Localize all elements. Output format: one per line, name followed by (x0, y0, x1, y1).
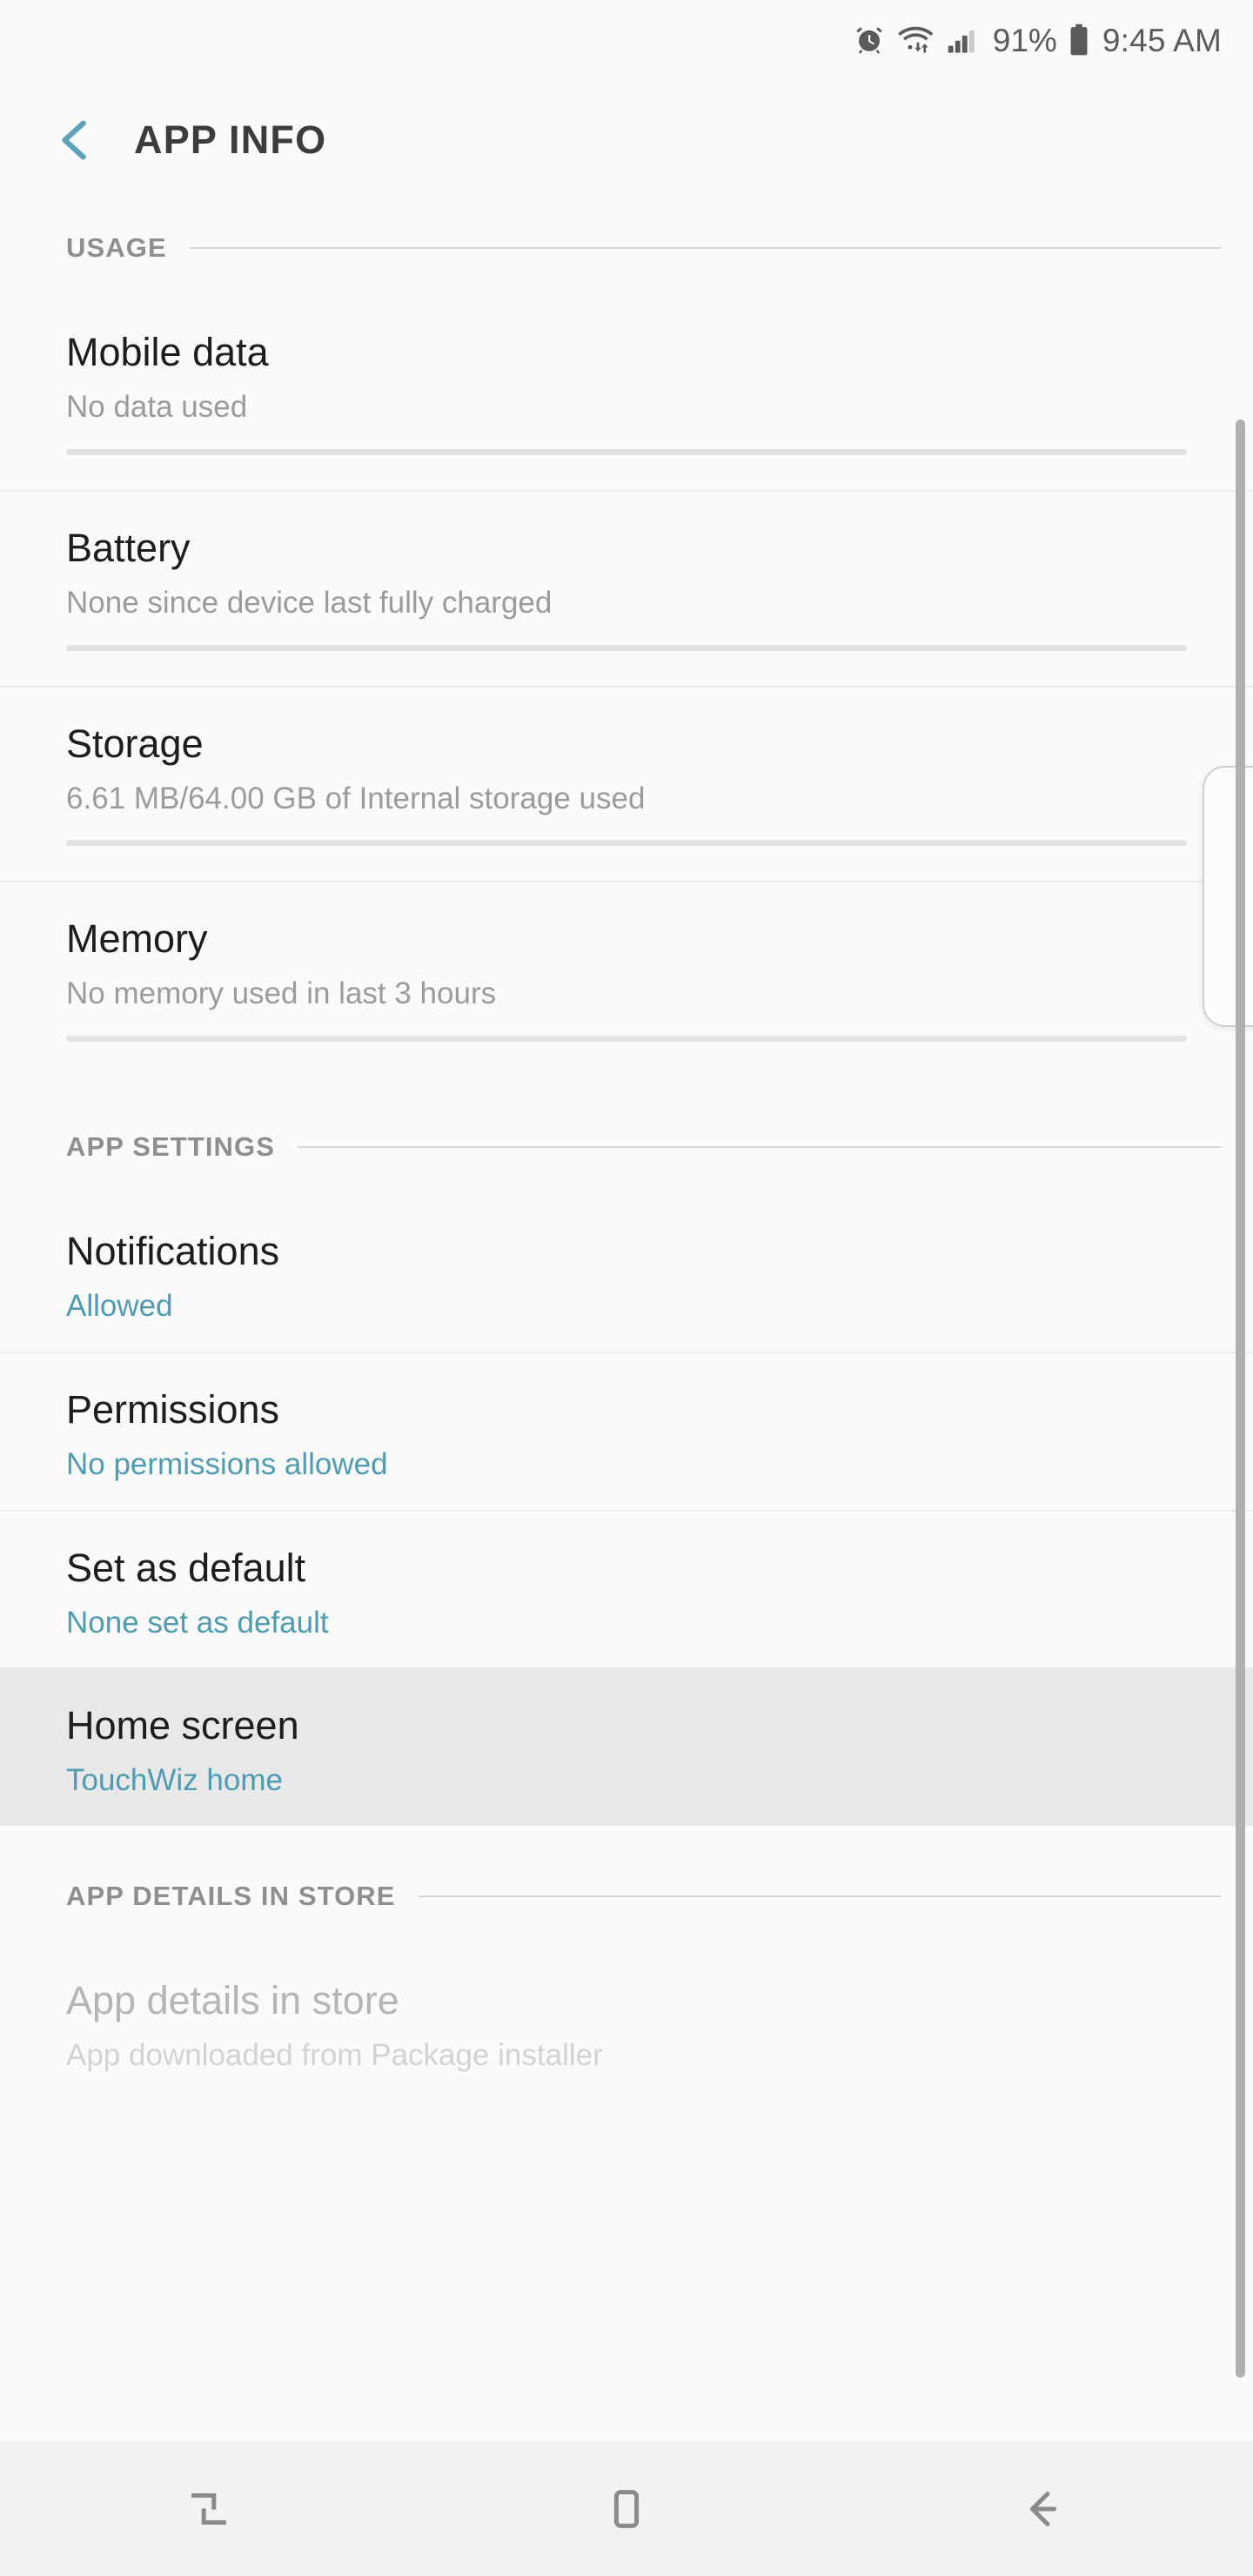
list-item-title: Set as default (66, 1545, 306, 1590)
home-icon (613, 2489, 640, 2528)
section-rule (298, 1146, 1222, 1148)
section-header: APP DETAILS IN STORE (0, 1848, 1253, 1944)
list-item[interactable]: Home screen TouchWiz home (0, 1669, 1253, 1826)
section-header: APP SETTINGS (0, 1099, 1253, 1195)
status-bar: 91% 9:45 AM (0, 0, 1253, 80)
alarm-icon (854, 24, 885, 56)
list-item[interactable]: Permissions No permissions allowed (0, 1353, 1253, 1510)
list-item-subtitle: No data used (66, 390, 248, 424)
list-item-title: App details in store (66, 1978, 399, 2023)
app-bar: APP INFO (0, 80, 1253, 200)
nav-home-button[interactable] (539, 2441, 714, 2576)
usage-indicator-bar (66, 840, 1187, 847)
list-item-subtitle: No memory used in last 3 hours (66, 976, 497, 1011)
list-item: App details in store App downloaded from … (0, 1944, 1253, 2101)
list-item[interactable]: Storage 6.61 MB/64.00 GB of Internal stor… (0, 688, 1253, 882)
list-item-title: Mobile data (66, 330, 269, 374)
list-item-title: Notifications (66, 1229, 280, 1273)
navigation-bar (0, 2441, 1253, 2576)
chevron-left-icon (62, 120, 86, 160)
recents-icon (191, 2492, 226, 2525)
back-icon (1029, 2491, 1057, 2526)
list-item-subtitle: None since device last fully charged (66, 585, 553, 620)
list-item[interactable]: Memory No memory used in last 3 hours (0, 882, 1253, 1077)
nav-recents-button[interactable] (122, 2441, 296, 2576)
nav-back-button[interactable] (957, 2441, 1131, 2576)
battery-icon (1068, 23, 1090, 57)
list-item-title: Permissions (66, 1386, 280, 1432)
list-item-subtitle: TouchWiz home (66, 1763, 283, 1798)
battery-percent-label: 91% (992, 22, 1057, 58)
list-item-subtitle: None set as default (66, 1605, 329, 1640)
signal-icon (948, 24, 981, 56)
list-item-subtitle: No permissions allowed (66, 1446, 388, 1481)
section-rule (189, 247, 1222, 249)
list-item[interactable]: Battery None since device last fully char… (0, 492, 1253, 686)
clock-label: 9:45 AM (1102, 22, 1222, 58)
section-label: APP SETTINGS (66, 1131, 276, 1162)
list-item-title: Battery (66, 525, 191, 570)
list-item-title: Memory (66, 916, 208, 962)
usage-indicator-bar (66, 448, 1187, 455)
page-title: APP INFO (134, 117, 327, 162)
list-item[interactable]: Set as default None set as default (0, 1512, 1253, 1668)
section-label: USAGE (66, 232, 167, 263)
app-info-screen: 91% 9:45 AM APP INFO USAGE Mobile data No … (0, 0, 1253, 2576)
list-item[interactable]: Mobile data No data used (0, 296, 1253, 490)
usage-indicator-bar (66, 1036, 1187, 1042)
list-item-title: Storage (66, 721, 204, 766)
section-header: USAGE (0, 200, 1253, 296)
settings-list[interactable]: USAGE Mobile data No data used Battery None … (0, 200, 1253, 2441)
list-item-subtitle: App downloaded from Package installer (66, 2038, 603, 2072)
section-label: APP DETAILS IN STORE (66, 1881, 396, 1911)
back-button[interactable] (28, 80, 122, 200)
list-item-title: Home screen (66, 1703, 299, 1748)
list-item-subtitle: Allowed (66, 1289, 173, 1323)
list-item[interactable]: Notifications Allowed (0, 1195, 1253, 1352)
list-item-subtitle: 6.61 MB/64.00 GB of Internal storage use… (66, 781, 646, 815)
usage-indicator-bar (66, 644, 1187, 651)
vertical-scrollbar[interactable] (1236, 419, 1245, 2378)
wifi-icon (897, 24, 935, 56)
section-rule (418, 1895, 1222, 1897)
